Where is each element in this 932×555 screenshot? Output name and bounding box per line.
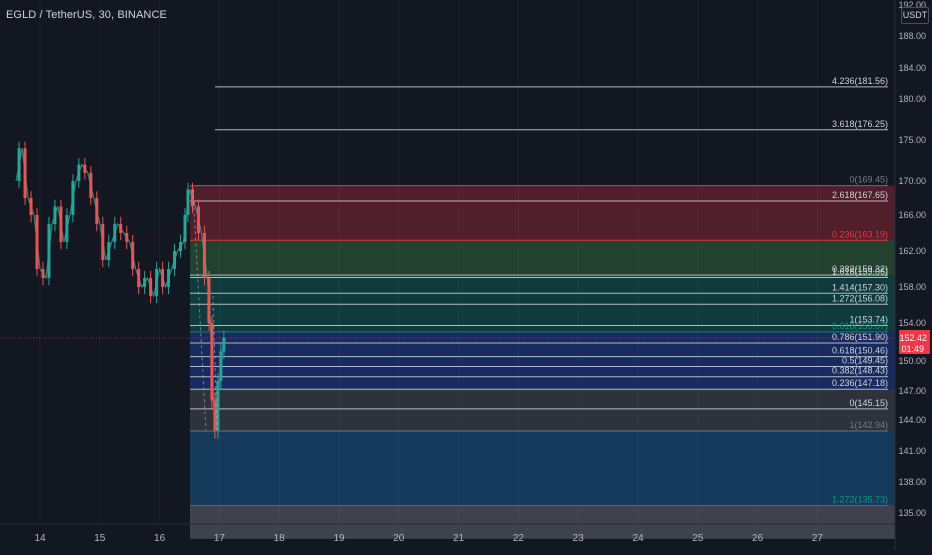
x-tick-label: 16 — [154, 533, 166, 544]
candle-body — [95, 198, 99, 224]
price-scale-background — [895, 0, 932, 550]
fib-zone — [190, 240, 895, 276]
fib-level-label: 1.272(135.73) — [832, 494, 888, 504]
candle-body — [210, 323, 214, 401]
candle-body — [207, 278, 211, 323]
countdown-label: 01:49 — [901, 344, 924, 354]
candle-body — [179, 242, 183, 251]
fib-zone — [190, 331, 895, 390]
fib-level-label: 0.618(153.07) — [832, 321, 888, 331]
y-tick-label: 166.00 — [898, 210, 926, 220]
candle-body — [119, 224, 123, 233]
y-tick-label: 170.00 — [898, 176, 926, 186]
candle-body — [202, 233, 206, 278]
fib-level-label: 0(145.15) — [849, 398, 888, 408]
fib-level-label: 0.786(151.90) — [832, 332, 888, 342]
fib-level-label: 1.618(159.06) — [832, 266, 888, 276]
candle-body — [29, 198, 33, 215]
candle-body — [219, 351, 223, 381]
candle-body — [222, 338, 226, 352]
candle-body — [71, 181, 75, 215]
chart-area[interactable]: 14 15 16 17 18 19 20 21 22 23 24 25 26 27 4.236(181.56… — [0, 0, 932, 550]
candle-body — [89, 172, 93, 198]
fib-level-label: 1.414(157.30) — [832, 282, 888, 292]
candle-body — [41, 269, 45, 278]
y-tick-label: 154.00 — [898, 318, 926, 328]
candle-body — [53, 206, 57, 224]
fib-zone — [190, 430, 895, 506]
fib-level-label: 1(142.94) — [849, 420, 888, 430]
candle-body — [125, 233, 129, 242]
candle-body — [186, 189, 190, 215]
candle-body — [149, 278, 153, 296]
fib-zone — [190, 505, 895, 539]
currency-unit-badge[interactable]: USDT — [901, 7, 929, 24]
y-tick-label: 158.00 — [898, 282, 926, 292]
symbol-title: EGLD / TetherUS, 30, BINANCE — [6, 9, 167, 21]
fib-level-label: 2.618(167.65) — [832, 190, 888, 200]
candle-body — [167, 269, 171, 287]
fib-level-label: 0.618(150.46) — [832, 346, 888, 356]
candle-body — [173, 251, 177, 269]
candle-body — [107, 242, 111, 260]
y-tick-label: 135.00 — [898, 508, 926, 518]
fib-level-label: 0.236(163.19) — [832, 229, 888, 239]
x-tick-label: 14 — [34, 533, 46, 544]
candle-body — [101, 224, 105, 260]
fib-zone — [190, 185, 895, 241]
candle-body — [143, 278, 147, 287]
candle-body — [113, 224, 117, 242]
y-tick-label: 144.00 — [898, 415, 926, 425]
last-price-label: 152.42 — [899, 333, 927, 343]
fib-level-label: 4.236(181.56) — [832, 76, 888, 86]
candle-body — [161, 269, 165, 287]
y-tick-label: 138.00 — [898, 477, 926, 487]
price-chart[interactable]: 14 15 16 17 18 19 20 21 22 23 24 25 26 274.236(181.56… — [0, 0, 932, 550]
fib-zone — [190, 389, 895, 431]
candle-body — [59, 206, 63, 242]
y-tick-label: 147.00 — [898, 386, 926, 396]
candle-body — [77, 164, 81, 181]
y-tick-label: 162.00 — [898, 246, 926, 256]
candle-body — [131, 242, 135, 269]
y-tick-label: 150.00 — [898, 356, 926, 366]
fib-level-label: 0.236(147.18) — [832, 378, 888, 388]
y-tick-label: 180.00 — [898, 94, 926, 104]
candle-body — [35, 215, 39, 269]
candle-body — [137, 269, 141, 287]
y-tick-label: 184.00 — [898, 63, 926, 73]
fib-level-label: 3.618(176.25) — [832, 119, 888, 129]
fib-zone — [190, 275, 895, 332]
candle-body — [83, 164, 87, 173]
fib-level-label: 0(169.45) — [849, 175, 888, 185]
candle-body — [65, 215, 69, 242]
y-tick-label: 188.00 — [898, 31, 926, 41]
y-tick-label: 141.00 — [898, 446, 926, 456]
candle-body — [155, 269, 159, 296]
fib-level-label: 0.5(149.45) — [842, 356, 888, 366]
fib-level-label: 0.382(148.43) — [832, 366, 888, 376]
x-tick-label: 15 — [94, 533, 106, 544]
candle-body — [17, 148, 21, 181]
y-tick-label: 175.00 — [898, 135, 926, 145]
candle-body — [23, 148, 27, 198]
candle-body — [196, 206, 200, 233]
candle-body — [47, 224, 51, 278]
fib-level-label: 1.272(156.08) — [832, 293, 888, 303]
candle-body — [183, 215, 187, 242]
